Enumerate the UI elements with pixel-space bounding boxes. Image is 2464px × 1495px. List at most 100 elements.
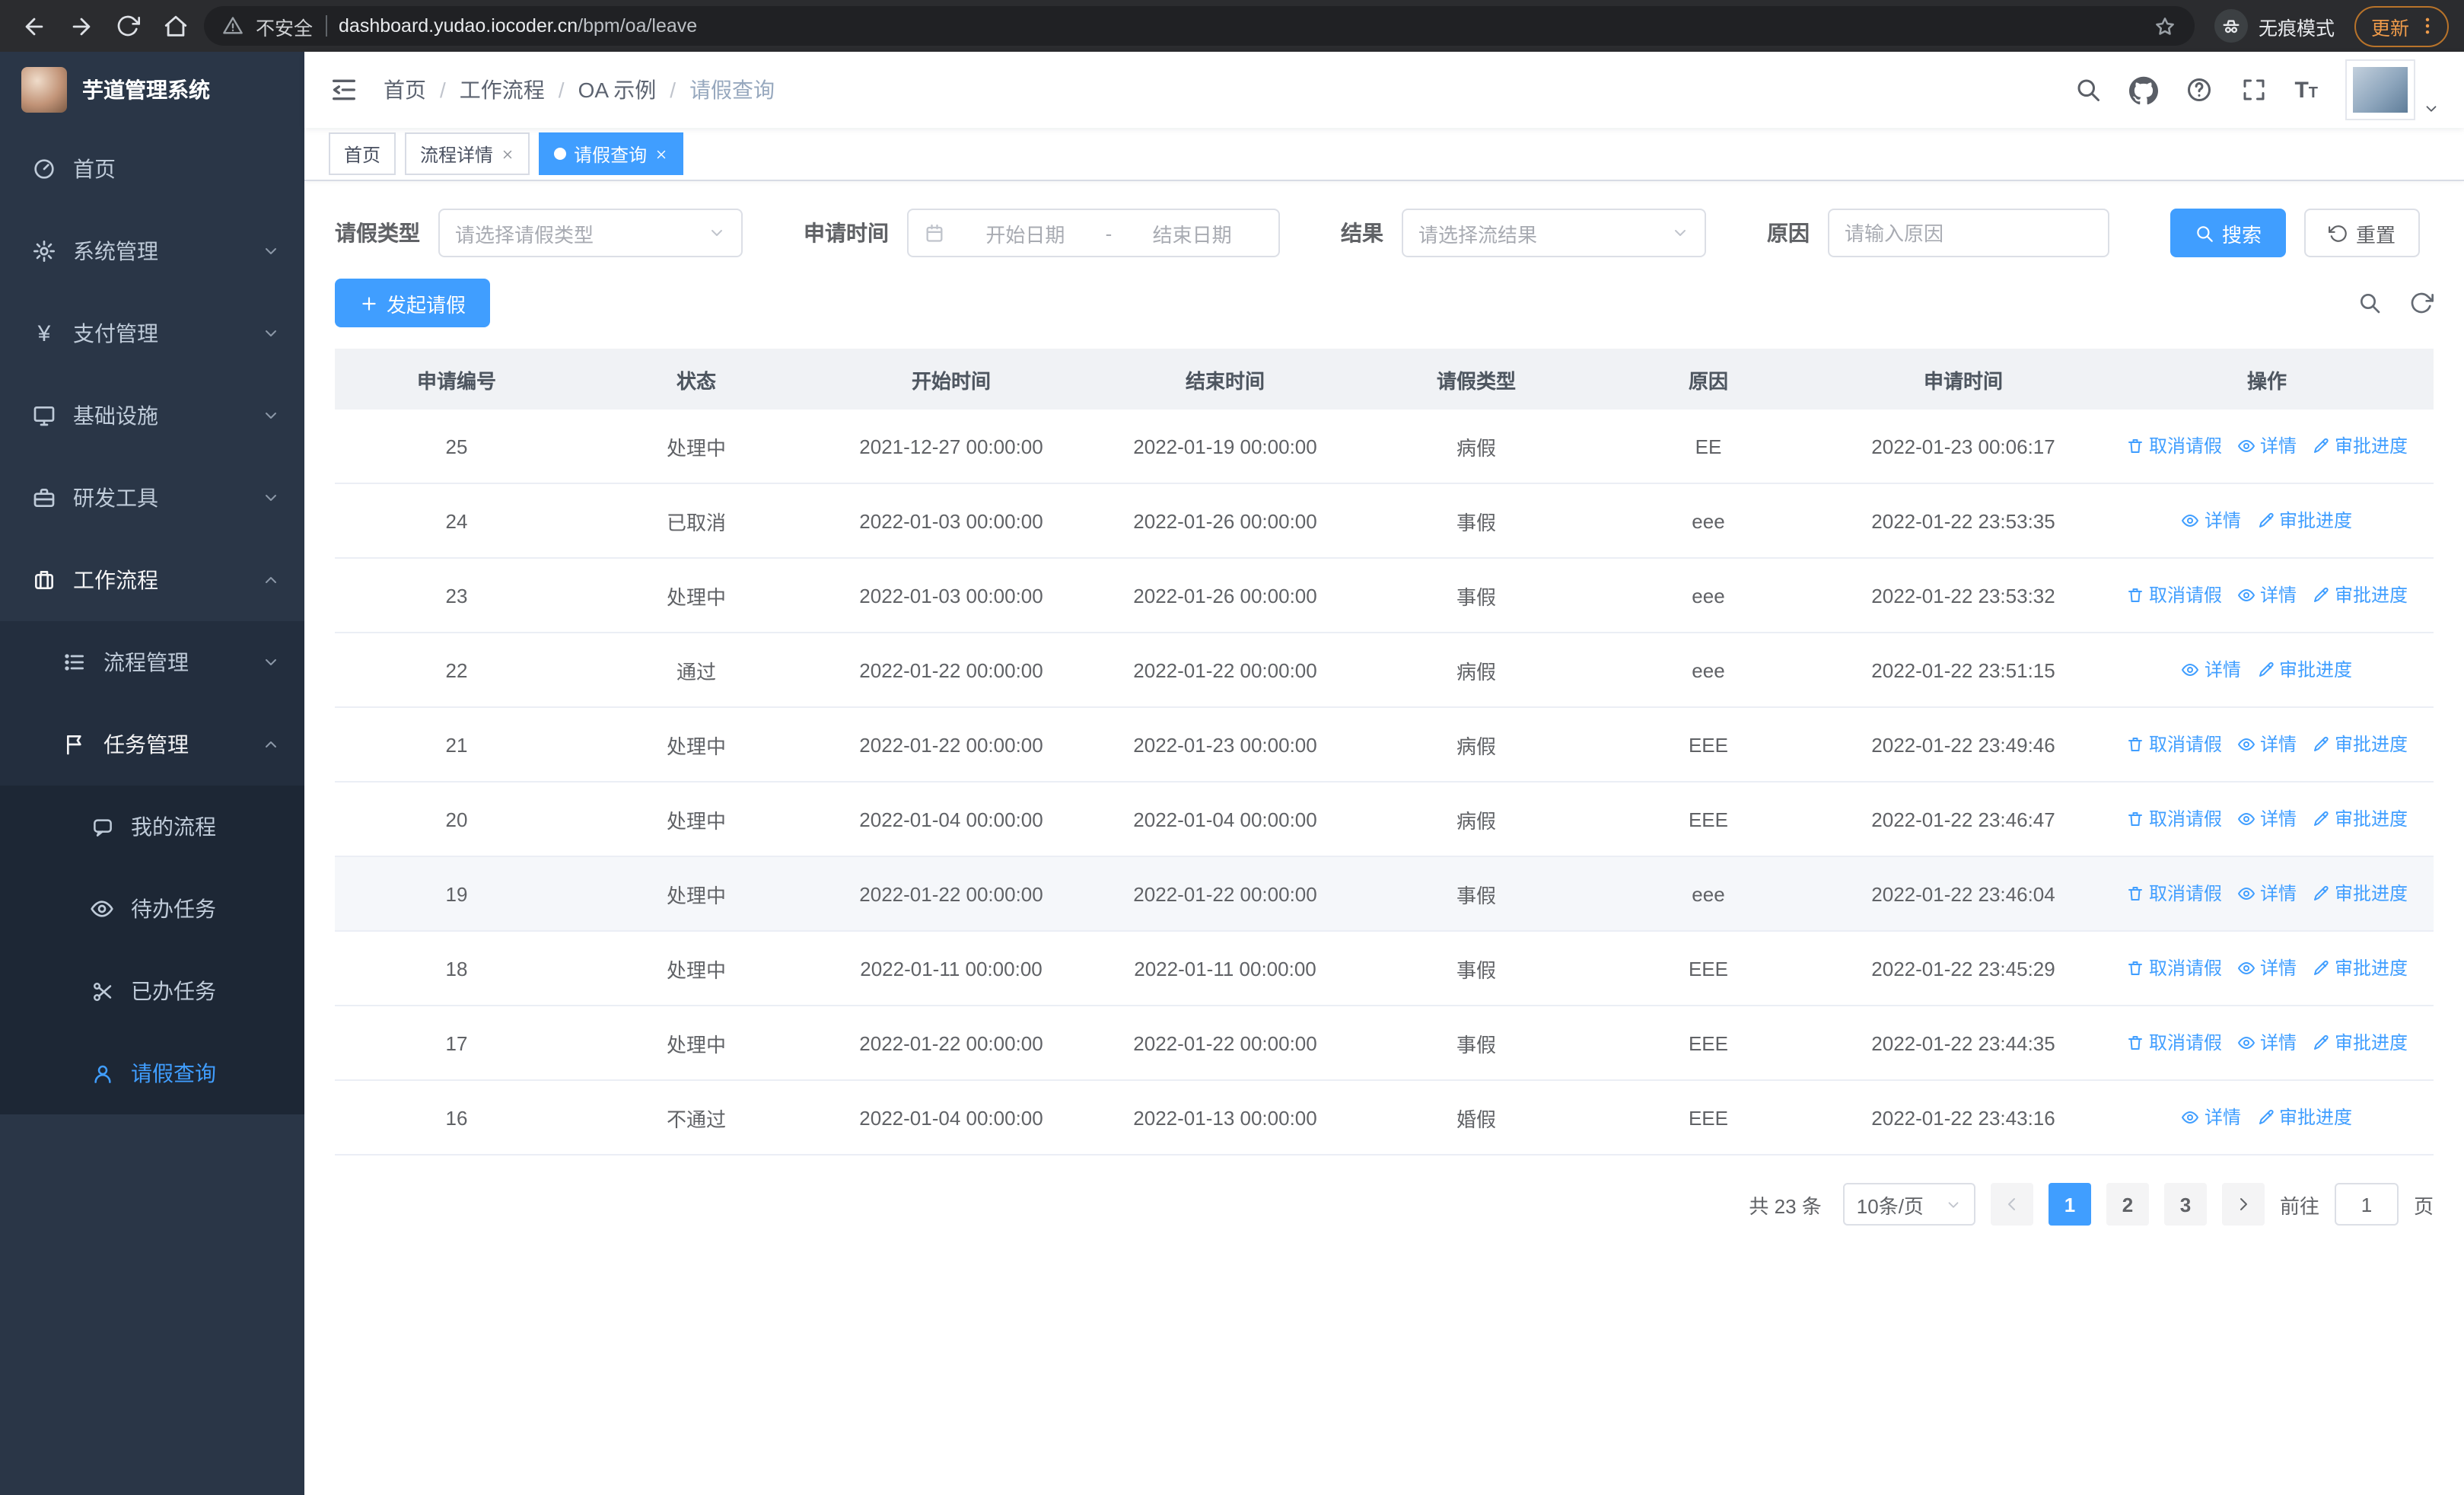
browser-reload-icon[interactable] — [110, 8, 146, 44]
row-action-detail[interactable]: 详情 — [2237, 582, 2297, 608]
row-action-cancel[interactable]: 取消请假 — [2126, 806, 2222, 832]
row-action-progress[interactable]: 审批进度 — [2312, 732, 2408, 757]
sidebar-item-process-management[interactable]: 流程管理 — [0, 621, 304, 703]
cell-reason: eee — [1590, 633, 1826, 708]
row-action-progress[interactable]: 审批进度 — [2312, 1030, 2408, 1056]
cell-apply-time: 2022-01-22 23:43:16 — [1826, 1080, 2100, 1156]
row-action-cancel[interactable]: 取消请假 — [2126, 732, 2222, 757]
table-row[interactable]: 23 处理中 2022-01-03 00:00:00 2022-01-26 00… — [335, 558, 2434, 633]
close-icon[interactable] — [654, 147, 668, 161]
table-row[interactable]: 24 已取消 2022-01-03 00:00:00 2022-01-26 00… — [335, 483, 2434, 559]
result-select[interactable]: 请选择流结果 — [1402, 209, 1706, 257]
sidebar-item-workflow[interactable]: 工作流程 — [0, 539, 304, 621]
leave-type-select[interactable]: 请选择请假类型 — [438, 209, 743, 257]
fullscreen-icon[interactable] — [2240, 76, 2267, 104]
browser-home-icon[interactable] — [157, 8, 193, 44]
row-action-detail[interactable]: 详情 — [2237, 1030, 2297, 1056]
row-action-detail[interactable]: 详情 — [2182, 508, 2241, 534]
breadcrumb-home[interactable]: 首页 — [384, 75, 460, 105]
address-bar[interactable]: 不安全 dashboard.yudao.iocoder.cn/bpm/oa/le… — [204, 6, 2195, 46]
sidebar-item-done-tasks[interactable]: 已办任务 — [0, 950, 304, 1032]
sidebar-item-devtools[interactable]: 研发工具 — [0, 457, 304, 539]
row-action-detail[interactable]: 详情 — [2237, 806, 2297, 832]
row-action-cancel[interactable]: 取消请假 — [2126, 582, 2222, 608]
reason-input[interactable] — [1828, 209, 2109, 257]
table-row[interactable]: 16 不通过 2022-01-04 00:00:00 2022-01-13 00… — [335, 1080, 2434, 1156]
font-size-icon[interactable]: TT — [2294, 78, 2318, 101]
page-button-2[interactable]: 2 — [2106, 1183, 2149, 1226]
row-action-detail[interactable]: 详情 — [2237, 881, 2297, 907]
row-action-detail[interactable]: 详情 — [2237, 955, 2297, 981]
table-refresh-icon[interactable] — [2409, 291, 2434, 315]
browser-back-icon[interactable] — [15, 8, 52, 44]
row-action-progress[interactable]: 审批进度 — [2256, 657, 2352, 683]
row-action-detail[interactable]: 详情 — [2237, 732, 2297, 757]
tab-process-detail[interactable]: 流程详情 — [405, 132, 530, 175]
sidebar-item-payment[interactable]: ¥ 支付管理 — [0, 292, 304, 375]
trash-icon — [2128, 886, 2142, 901]
browser-menu-icon[interactable] — [2417, 15, 2438, 37]
cell-reason: eee — [1590, 558, 1826, 633]
cell-leave-type: 病假 — [1362, 410, 1590, 484]
row-action-progress[interactable]: 审批进度 — [2312, 806, 2408, 832]
close-icon[interactable] — [501, 147, 514, 161]
github-icon[interactable] — [2128, 75, 2158, 104]
table-row[interactable]: 18 处理中 2022-01-11 00:00:00 2022-01-11 00… — [335, 931, 2434, 1006]
table-row[interactable]: 19 处理中 2022-01-22 00:00:00 2022-01-22 00… — [335, 856, 2434, 932]
page-button-1[interactable]: 1 — [2048, 1183, 2091, 1226]
goto-page-input[interactable] — [2334, 1183, 2399, 1226]
row-action-progress[interactable]: 审批进度 — [2256, 1105, 2352, 1130]
user-menu[interactable] — [2345, 59, 2440, 120]
cell-status: 处理中 — [578, 782, 814, 857]
row-action-cancel[interactable]: 取消请假 — [2126, 1030, 2222, 1056]
row-action-detail[interactable]: 详情 — [2237, 433, 2297, 459]
row-action-progress[interactable]: 审批进度 — [2312, 582, 2408, 608]
create-leave-button[interactable]: 发起请假 — [335, 279, 491, 327]
sidebar-item-leave-query[interactable]: 请假查询 — [0, 1032, 304, 1114]
table-search-icon[interactable] — [2357, 291, 2382, 315]
row-action-detail[interactable]: 详情 — [2182, 657, 2241, 683]
chevron-down-icon — [262, 653, 280, 671]
reset-button[interactable]: 重置 — [2304, 209, 2421, 257]
sidebar-item-system[interactable]: 系统管理 — [0, 210, 304, 292]
sidebar-item-infrastructure[interactable]: 基础设施 — [0, 375, 304, 457]
bookmark-star-icon[interactable] — [2154, 14, 2176, 37]
browser-forward-icon[interactable] — [62, 8, 99, 44]
sidebar-item-my-process[interactable]: 我的流程 — [0, 786, 304, 868]
row-action-cancel[interactable]: 取消请假 — [2126, 881, 2222, 907]
row-action-detail[interactable]: 详情 — [2182, 1105, 2241, 1130]
browser-update-button[interactable]: 更新 — [2354, 5, 2449, 46]
table-row[interactable]: 20 处理中 2022-01-04 00:00:00 2022-01-04 00… — [335, 782, 2434, 857]
help-icon[interactable] — [2185, 76, 2212, 104]
sidebar-item-task-management[interactable]: 任务管理 — [0, 703, 304, 786]
table-row[interactable]: 21 处理中 2022-01-22 00:00:00 2022-01-23 00… — [335, 707, 2434, 783]
breadcrumb-workflow[interactable]: 工作流程 — [460, 75, 578, 105]
page-button-3[interactable]: 3 — [2163, 1183, 2207, 1226]
apply-time-range-picker[interactable]: 开始日期 - 结束日期 — [907, 209, 1280, 257]
col-start-time: 开始时间 — [814, 349, 1088, 410]
breadcrumb-oa-example[interactable]: OA 示例 — [578, 75, 690, 105]
breadcrumb: 首页 工作流程 OA 示例 请假查询 — [384, 75, 775, 105]
next-page-button[interactable] — [2221, 1183, 2265, 1226]
sidebar-item-todo-tasks[interactable]: 待办任务 — [0, 868, 304, 950]
reason-label: 原因 — [1767, 221, 1810, 245]
row-action-progress[interactable]: 审批进度 — [2312, 433, 2408, 459]
search-icon[interactable] — [2074, 76, 2101, 104]
row-action-cancel[interactable]: 取消请假 — [2126, 433, 2222, 459]
cell-status: 处理中 — [578, 931, 814, 1006]
row-action-progress[interactable]: 审批进度 — [2256, 508, 2352, 534]
page-size-select[interactable]: 10条/页 — [1842, 1183, 1975, 1226]
table-row[interactable]: 17 处理中 2022-01-22 00:00:00 2022-01-22 00… — [335, 1006, 2434, 1081]
prev-page-button[interactable] — [1990, 1183, 2033, 1226]
table-row[interactable]: 25 处理中 2021-12-27 00:00:00 2022-01-19 00… — [335, 410, 2434, 484]
tab-home[interactable]: 首页 — [329, 132, 396, 175]
row-action-progress[interactable]: 审批进度 — [2312, 955, 2408, 981]
sidebar-item-home[interactable]: 首页 — [0, 128, 304, 210]
search-button[interactable]: 搜索 — [2170, 209, 2287, 257]
row-action-cancel[interactable]: 取消请假 — [2126, 955, 2222, 981]
sidebar-collapse-icon[interactable] — [329, 75, 359, 105]
row-action-progress[interactable]: 审批进度 — [2312, 881, 2408, 907]
cell-apply-time: 2022-01-22 23:53:32 — [1826, 558, 2100, 633]
table-row[interactable]: 22 通过 2022-01-22 00:00:00 2022-01-22 00:… — [335, 633, 2434, 708]
tab-leave-query[interactable]: 请假查询 — [539, 132, 684, 175]
